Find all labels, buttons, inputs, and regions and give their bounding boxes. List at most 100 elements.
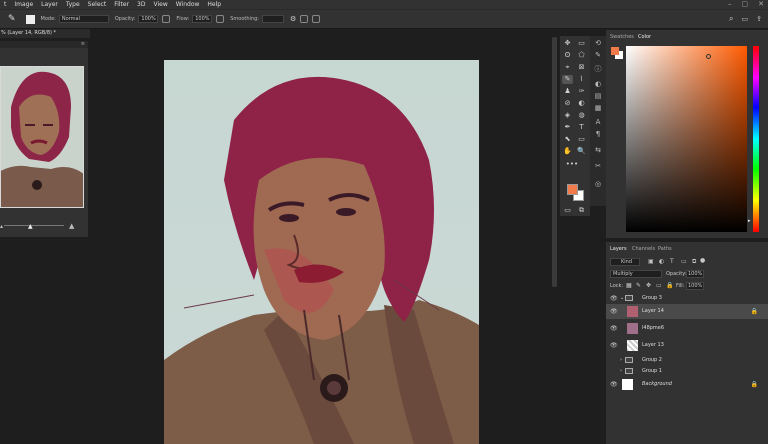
visibility-eye-icon[interactable]: 👁 [610,377,618,392]
filter-toggle-icon[interactable]: ● [700,257,705,264]
kind-filter[interactable]: Kind [610,258,640,266]
history-icon[interactable]: ⟲ [593,39,603,48]
panel-menu-icon[interactable]: ≡ [81,41,85,47]
brush-tool-icon[interactable]: ✎ [8,14,16,24]
airbrush-icon[interactable] [216,15,225,23]
menu-view[interactable]: View [149,0,171,9]
eraser-tool-icon[interactable]: ⊘ [562,99,573,108]
hand-tool-icon[interactable]: ✋ [562,147,573,156]
blur-tool-icon[interactable]: ◈ [562,111,573,120]
lock-transparent-icon[interactable]: ▦ [626,282,632,289]
libraries-icon[interactable]: ◎ [593,180,603,189]
menu-3d[interactable]: 3D [133,0,149,9]
share-icon[interactable]: ⇪ [756,15,762,23]
path-options-icon[interactable]: ⇆ [593,146,603,155]
type-tool-icon[interactable]: T [576,123,587,132]
paragraph-icon[interactable]: ¶ [593,130,603,139]
tab-paths[interactable]: Paths [658,246,672,252]
tab-channels[interactable]: Channels [632,246,655,252]
layer-row-layer-13[interactable]: 👁 Layer 13 [606,338,768,353]
menu-window[interactable]: Window [172,0,204,9]
filter-smart-icon[interactable]: ⧉ [692,258,696,266]
menu-layer[interactable]: Layer [37,0,62,9]
layer-row-l48pme6[interactable]: 👁 l48pme6 [606,321,768,336]
pen-tool-icon[interactable]: ✒ [562,123,573,132]
info-icon[interactable]: ⓘ [593,65,603,74]
filter-adjust-icon[interactable]: ◐ [659,258,664,265]
frame-tool-icon[interactable]: ⊠ [576,63,587,72]
menu-image[interactable]: Image [10,0,37,9]
color-picker-field[interactable] [626,46,747,232]
document-canvas[interactable] [164,60,479,444]
adjustments-icon[interactable]: ◐ [593,80,603,89]
menu-select[interactable]: Select [84,0,111,9]
character-icon[interactable]: A [593,118,603,127]
pressure-opacity-icon[interactable] [162,15,171,23]
canvas-scrollbar[interactable] [552,37,557,287]
lock-pixels-icon[interactable]: ✎ [636,282,641,289]
workspace-icon[interactable]: ▭ [742,15,749,23]
menu-help[interactable]: Help [203,0,225,9]
smoothing-field[interactable] [261,15,284,23]
fill-field[interactable]: 100% [686,282,704,290]
search-icon[interactable]: ⌕ [729,14,733,24]
opacity-field[interactable]: 100% [138,15,159,23]
history-brush-tool-icon[interactable]: ✑ [576,87,587,96]
zoom-out-icon[interactable]: ▴ [0,223,3,230]
properties-icon[interactable]: ▤ [593,92,603,101]
document-tab[interactable]: % (Layer 14, RGB/8) * [0,29,90,38]
foreground-color-chip[interactable] [611,47,619,55]
tab-layers[interactable]: Layers [610,246,627,252]
symmetry-icon[interactable] [312,15,321,23]
tab-swatches[interactable]: Swatches [610,34,634,40]
shape-tool-icon[interactable]: ▭ [576,135,587,144]
menu-type[interactable]: Type [62,0,84,9]
marquee-tool-icon[interactable]: ▭ [576,39,587,48]
visibility-eye-icon[interactable]: 👁 [610,321,618,336]
visibility-eye-icon[interactable]: 👁 [610,304,618,319]
layer-row-layer-14[interactable]: 👁 Layer 14 🔒 [606,304,768,319]
navigator-thumbnail[interactable] [0,66,84,208]
lock-all-icon[interactable]: 🔒 [666,282,673,289]
filter-pixel-icon[interactable]: ▣ [648,258,654,265]
zoom-slider[interactable] [4,225,64,226]
visibility-eye-icon[interactable]: 👁 [610,338,618,353]
filter-type-icon[interactable]: T [670,258,674,265]
filter-shape-icon[interactable]: ▭ [681,258,687,265]
menu-filter[interactable]: Filter [110,0,133,9]
zoom-in-icon[interactable]: ▲ [69,222,74,230]
lock-position-icon[interactable]: ✥ [646,282,651,289]
gradient-tool-icon[interactable]: ◐ [576,99,587,108]
gear-icon[interactable]: ⚙ [290,15,296,23]
angle-icon[interactable] [300,15,309,23]
path-select-tool-icon[interactable]: ⬉ [562,135,573,144]
close-button[interactable]: ✕ [758,0,764,9]
stamp-tool-icon[interactable]: ♟ [562,87,573,96]
hue-slider[interactable] [753,46,759,232]
quick-mask-icon[interactable]: ▭ [562,206,573,215]
more-tools-icon[interactable]: ••• [562,160,582,169]
blend-mode-select[interactable]: Multiply [610,270,662,278]
foreground-color-swatch[interactable] [567,184,578,195]
brush-tool-icon[interactable]: ✎ [562,75,573,84]
menu-partial[interactable]: t [0,0,10,9]
layer-row-background[interactable]: 👁 Background 🔒 [606,377,768,392]
quick-select-tool-icon[interactable]: ⬠ [576,51,587,60]
lock-artboard-icon[interactable]: ▭ [656,282,662,289]
styles-icon[interactable]: ▦ [593,104,603,113]
dodge-tool-icon[interactable]: ◍ [576,111,587,120]
mode-select[interactable]: Normal [58,15,109,23]
slider-handle[interactable]: ▲ [28,223,33,230]
tab-color[interactable]: Color [638,34,651,40]
maximize-button[interactable]: ▢ [742,0,749,9]
zoom-tool-icon[interactable]: 🔍 [576,147,587,156]
move-tool-icon[interactable]: ✥ [562,39,573,48]
opacity-field[interactable]: 100% [686,270,704,278]
lasso-tool-icon[interactable]: ʘ [562,51,573,60]
crop-tool-icon[interactable]: ⌖ [562,63,573,72]
hue-slider-handle[interactable]: ▸ [748,218,751,224]
minimize-button[interactable]: – [728,0,732,9]
flow-field[interactable]: 100% [192,15,213,23]
brush-preset-icon[interactable] [25,14,35,24]
eyedropper-tool-icon[interactable]: ⌇ [576,75,587,84]
